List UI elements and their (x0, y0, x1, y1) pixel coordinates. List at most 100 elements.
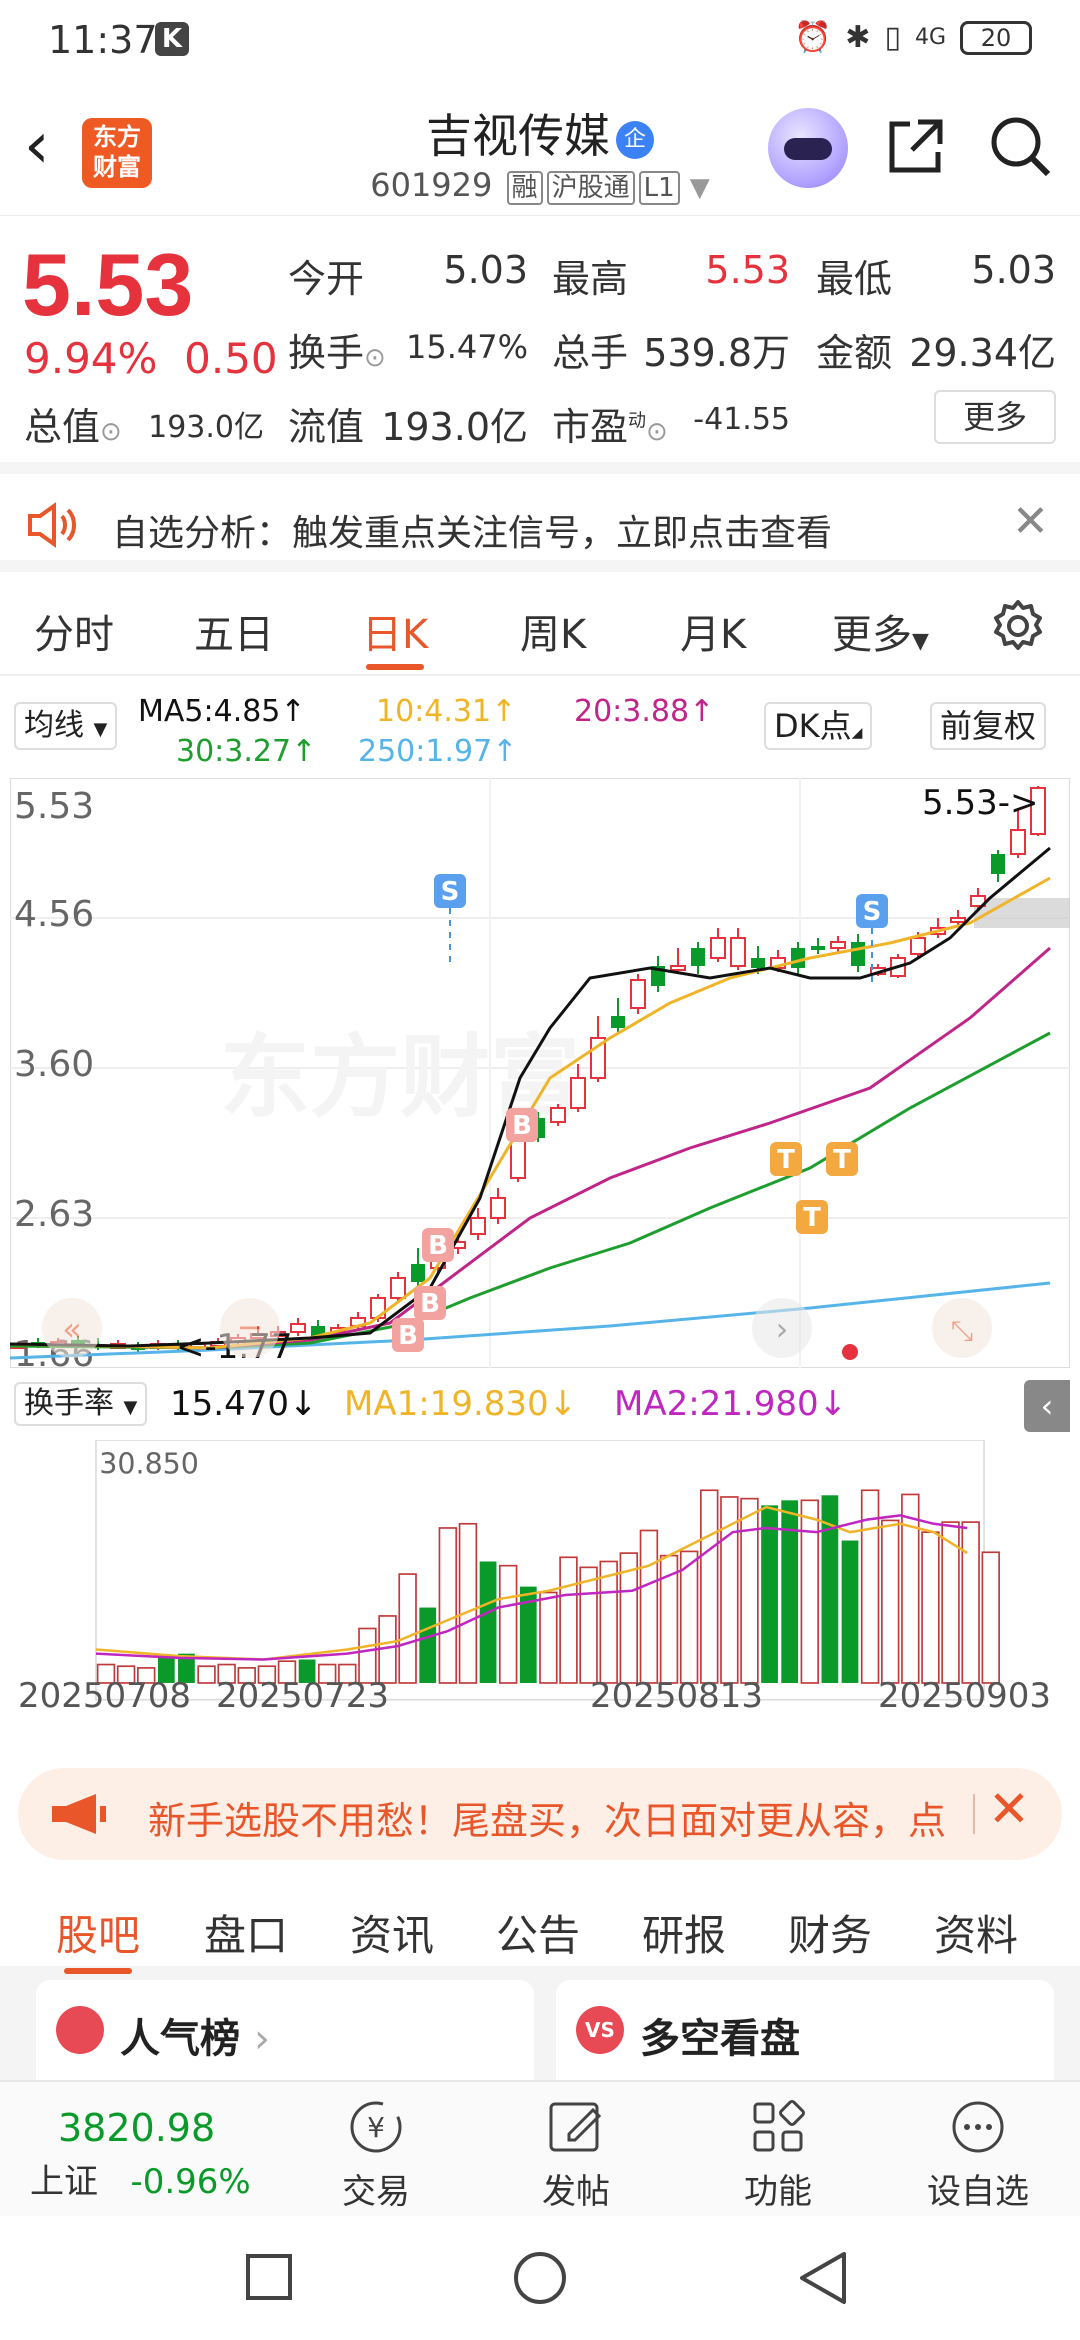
tab-news[interactable]: 资讯 (350, 1902, 434, 1963)
analysis-alert[interactable]: 自选分析：触发重点关注信号，立即点击查看 ✕ (0, 462, 1080, 572)
nav-post[interactable]: 发帖 (506, 2096, 646, 2213)
turnover-bar (761, 1505, 778, 1683)
tab-daily-k[interactable]: 日K (362, 602, 428, 670)
turnover-ymax: 30.850 (99, 1448, 199, 1481)
candle-body (691, 948, 705, 966)
sub-indicator-selector[interactable]: 换手率 ▼ (14, 1382, 148, 1426)
info-icon: ⊙ (364, 343, 386, 373)
tab-announcements[interactable]: 公告 (496, 1902, 580, 1963)
tab-profile[interactable]: 资料 (934, 1902, 1018, 1963)
ma20-value: 20:3.88↑ (574, 694, 714, 729)
turnover-bar (559, 1556, 578, 1684)
tab-financials[interactable]: 财务 (788, 1902, 872, 1963)
sub-indicator-label: 换手率 (24, 1386, 114, 1421)
price-change: 9.94% 0.50 (24, 334, 278, 383)
event-dot[interactable] (842, 1344, 858, 1360)
bluetooth-icon: ✱ (845, 20, 871, 55)
divider (973, 1794, 975, 1834)
nav-functions[interactable]: 功能 (708, 2096, 848, 2213)
ma10-value: 10:4.31↑ (376, 694, 516, 729)
ma10-text: 10:4.31 (376, 694, 492, 729)
quote-panel: 5.53 9.94% 0.50 今开 5.03 最高 5.53 最低 5.03 换手⊙… (0, 216, 1080, 456)
pe-stat: 市盈动⊙ -41.55 (552, 396, 790, 451)
info-icon: ⊙ (100, 417, 122, 447)
tab-research[interactable]: 研报 (642, 1902, 726, 1963)
trade-icon: ¥ (350, 2101, 402, 2153)
promo-banner[interactable]: 新手选股不用愁！尾盘买，次日面对更从容，点 ✕ (18, 1768, 1062, 1860)
recents-icon[interactable] (244, 2252, 294, 2302)
float-stat: 流值 193.0亿 (288, 396, 528, 451)
candle-body (851, 942, 865, 966)
float-value: 193.0亿 (381, 405, 528, 449)
index-line: 上证 -0.96% (30, 2154, 251, 2203)
app-notification-icon: K (155, 22, 189, 56)
volume-stat: 总手 539.8万 (552, 322, 790, 377)
last-price: 5.53 (22, 235, 194, 334)
tab-weekly-k[interactable]: 周K (520, 602, 586, 660)
ma1-text: MA1:19.830 (344, 1384, 549, 1424)
date-axis: 20250708 20250723 20250813 20250903 (18, 1676, 1078, 1716)
edit-icon (549, 2102, 602, 2152)
dk-points-button[interactable]: DK点◢ (764, 702, 873, 750)
ma250-text: 250:1.97 (358, 734, 493, 769)
tab-intraday[interactable]: 分时 (34, 602, 114, 660)
y-label-3: 3.60 (14, 1044, 94, 1085)
home-icon[interactable] (512, 2250, 568, 2306)
long-short-card[interactable]: VS 多空看盘 (556, 1980, 1054, 2080)
candle-body (830, 941, 846, 949)
tab-forum[interactable]: 股吧 (56, 1902, 140, 1974)
turnover-bar (419, 1607, 437, 1683)
candle-body (490, 1197, 506, 1219)
candle-body (630, 979, 646, 1009)
index-value: 3820.98 (58, 2106, 216, 2150)
close-icon[interactable]: ✕ (988, 1780, 1030, 1838)
collapse-panel-button[interactable]: ‹ (1024, 1380, 1070, 1432)
battery-icon: 20 (960, 20, 1032, 55)
turnover-bar (599, 1560, 618, 1684)
share-icon[interactable] (884, 114, 948, 178)
date-label: 20250708 (18, 1676, 192, 1716)
back-nav-icon[interactable] (796, 2250, 850, 2306)
svg-text:B: B (512, 1111, 532, 1141)
float-label: 流值 (288, 405, 365, 449)
date-label: 20250723 (216, 1676, 390, 1716)
indicator-label: 均线 (24, 708, 84, 743)
vs-icon: VS (576, 2006, 624, 2054)
nav-add-watchlist[interactable]: 设自选 (908, 2096, 1048, 2213)
apps-icon (753, 2100, 805, 2152)
tab-orderbook[interactable]: 盘口 (204, 1902, 288, 1963)
candle-body (950, 917, 966, 923)
status-icons: ⏰ ✱ ▯ 4G 20 (794, 20, 1032, 55)
gear-icon[interactable] (988, 596, 1048, 656)
adjust-button[interactable]: 前复权 (930, 702, 1047, 750)
date-label: 20250903 (878, 1676, 1052, 1716)
stock-code: 601929 (370, 166, 493, 204)
turnover-bar (961, 1521, 980, 1684)
up-arrow: ↑ (689, 694, 715, 729)
tab-more[interactable]: 更多▼ (832, 602, 929, 660)
index-widget[interactable]: 3820.98 上证 -0.96% (30, 2106, 251, 2203)
ai-assistant-avatar[interactable] (768, 108, 848, 188)
close-icon[interactable]: ✕ (1012, 496, 1049, 547)
candle-body (710, 937, 726, 959)
turnover-value: 15.47% (405, 328, 528, 366)
nav-trade[interactable]: ¥ 交易 (306, 2096, 446, 2213)
turnover-bar (458, 1522, 478, 1684)
indicator-selector[interactable]: 均线 ▼ (14, 702, 118, 750)
ma2-text: MA2:21.980 (614, 1384, 819, 1424)
tab-monthly-k[interactable]: 月K (680, 602, 746, 660)
popularity-card[interactable]: 人气榜 › (36, 1980, 534, 2080)
status-bar: 11:37 K ⏰ ✱ ▯ 4G 20 (0, 0, 1080, 86)
search-icon[interactable] (986, 112, 1054, 180)
tab-five-day[interactable]: 五日 (194, 602, 274, 660)
info-tabs: 股吧 盘口 资讯 公告 研报 财务 资料 (0, 1870, 1080, 1980)
candlestick-chart[interactable]: 东方财富 5.53 4.56 3.60 2.63 1.66 S S B B B … (10, 778, 1070, 1368)
turnover-stat: 换手⊙ 15.47% (288, 322, 528, 377)
enterprise-badge: 企 (616, 120, 654, 159)
open-label: 今开 (288, 257, 365, 301)
dk-label: DK点 (774, 707, 852, 745)
stock-name: 吉视传媒 (426, 109, 610, 163)
up-arrow: ↑ (291, 734, 317, 769)
chevron-down-icon: ▼ (689, 173, 710, 203)
more-stats-button[interactable]: 更多 (934, 390, 1056, 444)
